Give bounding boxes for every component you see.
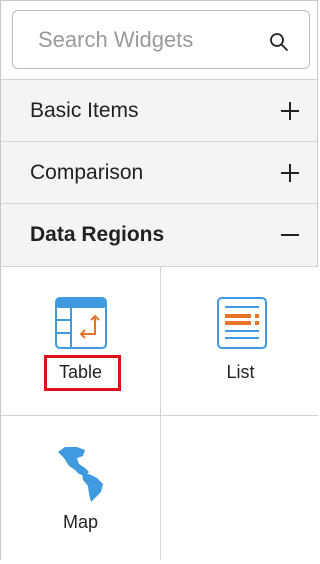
widget-list[interactable]: List: [161, 267, 320, 415]
section-comparison[interactable]: Comparison: [1, 142, 317, 204]
list-icon: [217, 297, 267, 349]
section-label: Data Regions: [30, 223, 165, 246]
section-basic-items[interactable]: Basic Items: [1, 80, 317, 142]
widget-label: Map: [62, 512, 98, 532]
section-label: Basic Items: [30, 98, 139, 122]
table-icon: [55, 297, 107, 349]
highlight-box: [44, 355, 121, 391]
search-box[interactable]: [12, 10, 310, 69]
search-area: [1, 1, 317, 80]
search-icon[interactable]: [269, 32, 289, 52]
empty-cell: [161, 416, 320, 564]
widgets-panel: Basic Items Comparison Data Regions: [0, 0, 320, 564]
section-data-regions[interactable]: Data Regions: [1, 204, 317, 267]
plus-icon[interactable]: [279, 100, 301, 122]
widget-label: List: [226, 362, 255, 382]
plus-icon[interactable]: [279, 162, 301, 184]
search-input[interactable]: [38, 19, 278, 60]
map-icon: [58, 447, 103, 502]
widget-table[interactable]: Table: [1, 267, 160, 415]
widget-map[interactable]: Map: [1, 416, 160, 564]
minus-icon[interactable]: [279, 224, 301, 246]
widget-grid: Table List Map: [1, 267, 320, 564]
section-label: Comparison: [30, 160, 144, 184]
